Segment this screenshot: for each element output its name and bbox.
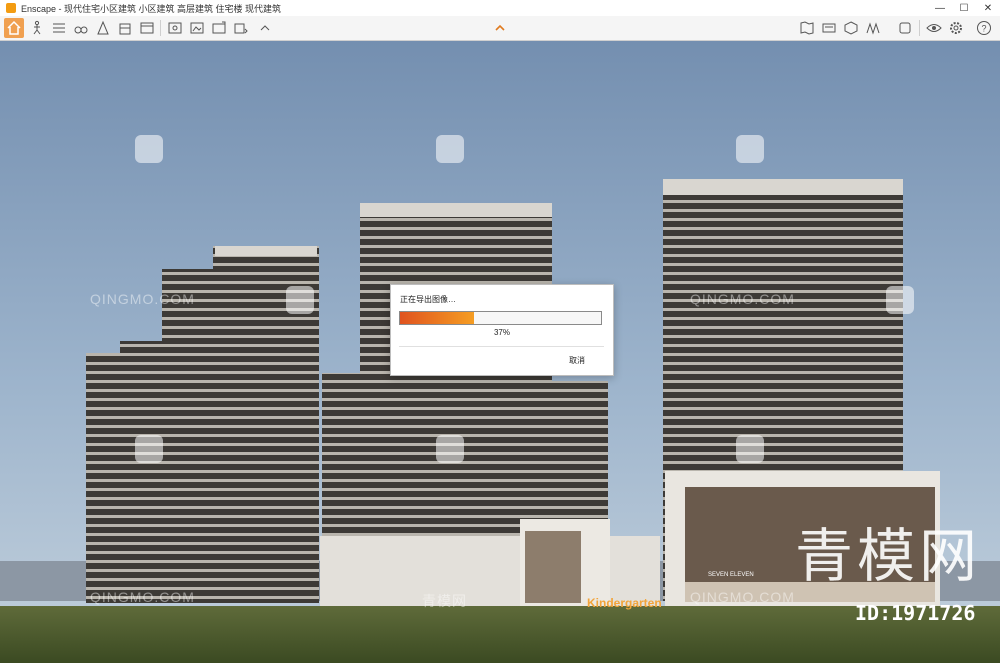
progress-bar-fill bbox=[400, 312, 475, 324]
watermark-icon bbox=[436, 135, 464, 163]
upload-icon[interactable] bbox=[253, 18, 273, 38]
watermark-text: QINGMO.COM bbox=[90, 291, 195, 307]
chevron-up-icon[interactable] bbox=[490, 18, 510, 38]
window-controls: — ☐ ✕ bbox=[928, 0, 1000, 16]
binoculars-icon[interactable] bbox=[71, 18, 91, 38]
home-icon[interactable] bbox=[4, 18, 24, 38]
cancel-button[interactable]: 取消 bbox=[569, 355, 585, 366]
export-progress-dialog: 正在导出图像… 37% 取消 bbox=[390, 284, 614, 376]
watermark-text: QINGMO.COM bbox=[690, 291, 795, 307]
lawn bbox=[0, 606, 1000, 663]
asset-library-icon[interactable] bbox=[93, 18, 113, 38]
toolbar-separator bbox=[160, 20, 161, 36]
progress-percent: 37% bbox=[493, 328, 510, 337]
watermark-icon bbox=[886, 286, 914, 314]
help-icon[interactable]: ? bbox=[974, 18, 994, 38]
brand-watermark: 青模网 bbox=[795, 522, 982, 590]
export-icon[interactable] bbox=[231, 18, 251, 38]
watermark-cn-text: 青模网 bbox=[422, 593, 467, 609]
views-icon[interactable] bbox=[137, 18, 157, 38]
watermark-text: QINGMO.COM bbox=[690, 589, 795, 605]
window-title: Enscape - 现代住宅小区建筑 小区建筑 高层建筑 住宅楼 现代建筑 bbox=[21, 3, 282, 14]
settings-icon[interactable] bbox=[946, 18, 966, 38]
dialog-title: 正在导出图像… bbox=[400, 295, 456, 304]
toolbar-separator bbox=[919, 20, 920, 36]
progress-bar bbox=[399, 311, 602, 325]
close-icon[interactable]: ✕ bbox=[976, 0, 1000, 16]
eye-icon[interactable] bbox=[924, 18, 944, 38]
vr-panorama-icon[interactable] bbox=[819, 18, 839, 38]
shop-sign: SEVEN ELEVEN bbox=[708, 572, 754, 578]
watermark-icon bbox=[736, 435, 764, 463]
enscape-logo-icon bbox=[6, 3, 16, 13]
video-editor-icon[interactable] bbox=[165, 18, 185, 38]
map-icon[interactable] bbox=[797, 18, 817, 38]
svg-text:?: ? bbox=[981, 24, 986, 34]
walk-icon[interactable] bbox=[27, 18, 47, 38]
sketch-icon[interactable] bbox=[863, 18, 883, 38]
dialog-divider bbox=[399, 346, 604, 347]
watermark-icon bbox=[286, 286, 314, 314]
image-id-label: ID:1971726 bbox=[855, 601, 976, 625]
watermark-icon bbox=[135, 435, 163, 463]
maximize-icon[interactable]: ☐ bbox=[952, 0, 976, 16]
screenshot-icon[interactable] bbox=[187, 18, 207, 38]
watermark-icon bbox=[436, 435, 464, 463]
watermark-text: QINGMO.COM bbox=[90, 589, 195, 605]
render-modes-icon[interactable] bbox=[895, 18, 915, 38]
watermark-icon bbox=[736, 135, 764, 163]
title-bar: Enscape - 现代住宅小区建筑 小区建筑 高层建筑 住宅楼 现代建筑 — … bbox=[0, 0, 1000, 16]
cube-icon[interactable] bbox=[841, 18, 861, 38]
watermark-icon bbox=[135, 135, 163, 163]
collaboration-icon[interactable] bbox=[115, 18, 135, 38]
toolbar: ? bbox=[0, 16, 1000, 41]
sun-settings-icon[interactable] bbox=[49, 18, 69, 38]
batch-render-icon[interactable] bbox=[209, 18, 229, 38]
minimize-icon[interactable]: — bbox=[928, 0, 952, 16]
kindergarten-sign: Kindergarten bbox=[587, 596, 662, 610]
